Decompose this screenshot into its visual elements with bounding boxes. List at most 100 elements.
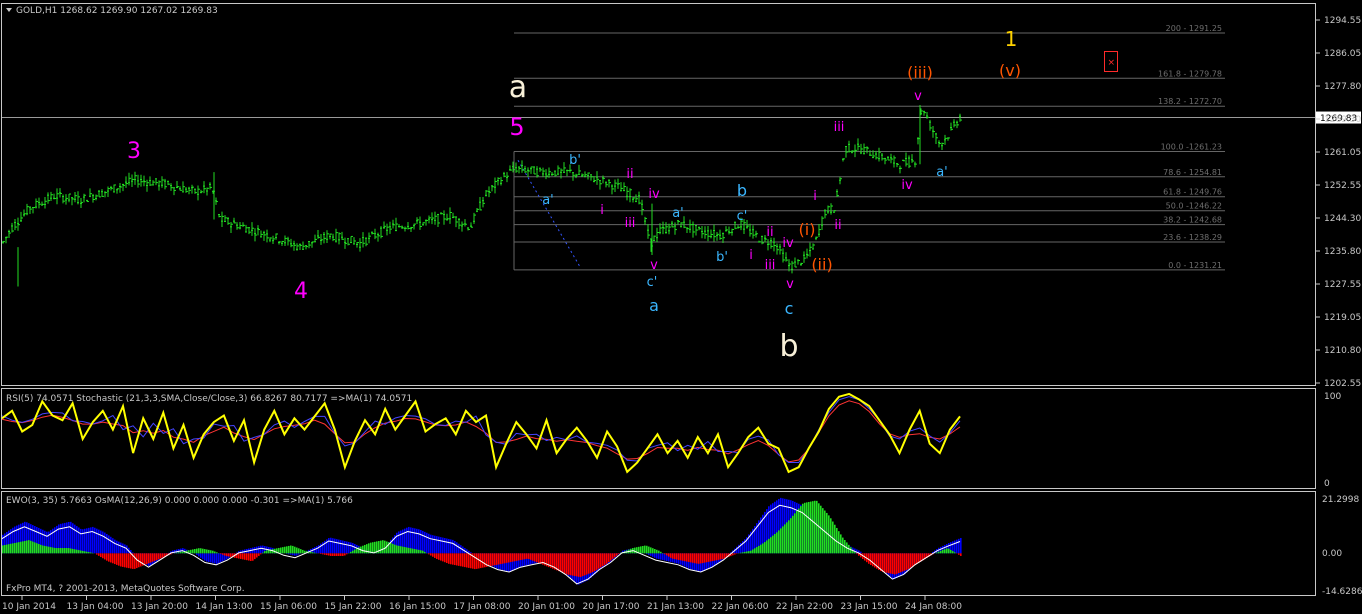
ewo-bar [648, 553, 650, 555]
osma-bar [130, 553, 132, 569]
osma-bar [618, 553, 620, 554]
osma-bar [394, 544, 396, 554]
osma-bar [50, 547, 52, 554]
wave-label: b' [569, 153, 581, 168]
osma-bar [750, 550, 752, 554]
osma-bar [494, 553, 496, 566]
osma-bar [310, 551, 312, 554]
wave-label: a' [672, 206, 684, 221]
ewo-bar [72, 523, 74, 554]
ewo-bar [332, 538, 334, 554]
osma-bar [708, 553, 710, 562]
osma-bar [688, 553, 690, 562]
ewo-osma-plot [1, 497, 962, 585]
osma-bar [756, 547, 758, 554]
osma-bar [6, 544, 8, 554]
osma-bar [610, 553, 612, 561]
wave-label: a' [542, 193, 554, 208]
osma-bar [194, 549, 196, 554]
osma-bar [260, 553, 262, 555]
rsi-axis-top: 100 [1324, 392, 1341, 402]
osma-bar [152, 553, 154, 562]
ewo-bar [434, 535, 436, 554]
osma-bar [342, 553, 344, 556]
osma-bar [40, 544, 42, 554]
osma-bar [372, 542, 374, 554]
osma-bar [322, 553, 324, 555]
fibonacci-levels: 200 - 1291.25 161.8 - 1279.78 138.2 - 1272… [513, 24, 1225, 271]
osma-bar [18, 542, 20, 554]
symbol-dropdown-icon[interactable] [6, 8, 12, 12]
ewo-bar [442, 537, 444, 554]
ewo-bar [470, 552, 472, 554]
osma-bar [36, 543, 38, 554]
osma-bar [590, 553, 592, 573]
osma-bar [216, 552, 218, 554]
osma-bar [390, 543, 392, 554]
osma-bar [412, 548, 414, 554]
osma-bar [650, 547, 652, 554]
osma-bar [440, 553, 442, 561]
osma-bar [582, 553, 584, 577]
osma-bar [802, 503, 804, 554]
osma-bar [748, 551, 750, 554]
time-tick-label: 21 Jan 13:00 [647, 602, 704, 612]
ewo-bar [428, 533, 430, 554]
osma-bar [162, 553, 164, 558]
osma-bar [752, 549, 754, 554]
osma-bar [414, 549, 416, 554]
osma-bar [530, 553, 532, 560]
osma-bar [608, 553, 610, 563]
time-tick-label: 22 Jan 06:00 [712, 602, 769, 612]
ewo-axis-top: 21.2998 [1322, 495, 1359, 505]
osma-bar [350, 551, 352, 554]
ewo-bar [656, 553, 658, 559]
osma-bar [238, 553, 240, 559]
osma-bar [908, 553, 910, 569]
osma-bar [694, 553, 696, 564]
ewo-bar [118, 541, 120, 554]
fib-level-label: 23.6 - 1238.29 [1163, 233, 1222, 242]
osma-bar [558, 553, 560, 572]
osma-bar [674, 553, 676, 560]
osma-bar [418, 549, 420, 554]
osma-bar [456, 553, 458, 566]
osma-bar [596, 553, 598, 570]
ewo-bar [440, 537, 442, 554]
wave-label: i [600, 203, 604, 218]
osma-bar [254, 553, 256, 560]
osma-bar [660, 551, 662, 554]
osma-bar [2, 545, 4, 554]
time-tick-label: 22 Jan 22:00 [776, 602, 833, 612]
osma-bar [224, 553, 226, 556]
osma-bar [668, 553, 670, 557]
chart-canvas[interactable]: 200 - 1291.25 161.8 - 1279.78 138.2 - 1272… [0, 0, 1362, 614]
osma-bar [574, 553, 576, 577]
osma-bar [910, 553, 912, 568]
osma-bar [704, 553, 706, 563]
osma-bar [140, 553, 142, 567]
osma-bar [448, 553, 450, 564]
ewo-bar [112, 538, 114, 554]
wave-label: 1 [1005, 27, 1018, 51]
osma-bar [340, 553, 342, 556]
osma-bar [692, 553, 694, 563]
ewo-bar [330, 537, 332, 554]
osma-bar [524, 553, 526, 560]
osma-bar [482, 553, 484, 568]
osma-bar [108, 553, 110, 562]
ewo-bar [216, 553, 218, 564]
osma-bar [754, 548, 756, 554]
osma-bar [646, 545, 648, 554]
time-tick-label: 13 Jan 04:00 [67, 602, 124, 612]
osma-bar [776, 532, 778, 554]
osma-bar [346, 553, 348, 555]
osma-bar [80, 550, 82, 554]
osma-bar [496, 553, 498, 565]
time-tick-label: 13 Jan 20:00 [131, 602, 188, 612]
ewo-bar [960, 537, 962, 554]
osma-bar [214, 551, 216, 554]
osma-bar [374, 541, 376, 554]
close-position-marker[interactable]: × [1104, 51, 1118, 72]
osma-bar [22, 541, 24, 554]
